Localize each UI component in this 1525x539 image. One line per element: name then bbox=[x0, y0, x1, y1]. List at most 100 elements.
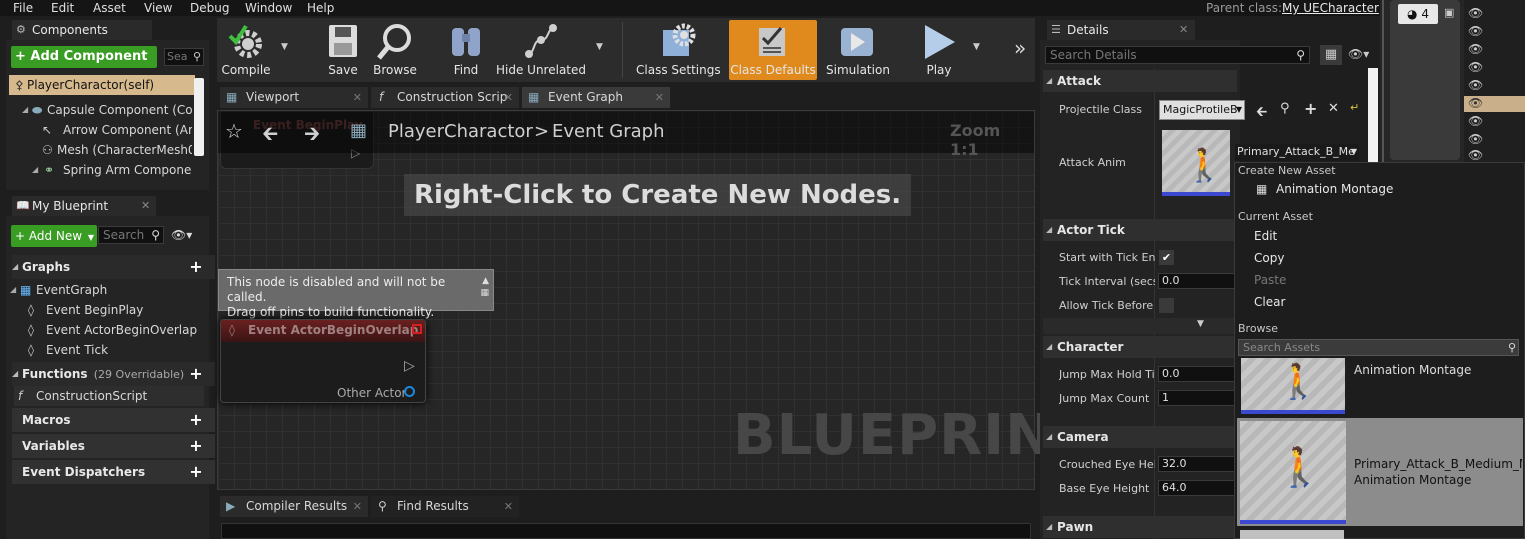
close-icon[interactable]: ✕ bbox=[504, 87, 513, 108]
components-tab[interactable]: ⚙ Components bbox=[12, 20, 152, 40]
close-icon[interactable]: ✕ bbox=[353, 496, 362, 517]
class-defaults-button[interactable]: Class Defaults bbox=[729, 20, 817, 80]
menu-window[interactable]: Window bbox=[245, 0, 292, 16]
parent-class-link[interactable]: My UECharacter bbox=[1282, 0, 1379, 16]
edit-asset-item[interactable]: Edit bbox=[1254, 229, 1277, 243]
visibility-eye-icon[interactable]: 👁 bbox=[1468, 6, 1483, 20]
add-graph-button[interactable]: + bbox=[188, 259, 204, 275]
tick-interval-field[interactable]: 0.0 bbox=[1158, 273, 1238, 289]
tree-item-spring-arm[interactable]: ◢ ⚭ Spring Arm Component ( bbox=[30, 160, 192, 180]
compile-options-chevron-icon[interactable]: ▼ bbox=[281, 42, 288, 52]
visibility-eye-icon[interactable]: 👁▾ bbox=[171, 228, 192, 242]
view-options-eye-icon[interactable]: 👁▾ bbox=[1348, 47, 1369, 61]
tree-item-mesh[interactable]: ⚇ Mesh (CharacterMesh0) bbox=[40, 140, 192, 160]
asset-list-item-partial[interactable] bbox=[1240, 530, 1344, 539]
macros-section[interactable]: Macros bbox=[12, 408, 215, 432]
construction-script-item[interactable]: f ConstructionScript bbox=[14, 386, 204, 406]
advanced-expand-icon[interactable]: ▼ bbox=[1197, 319, 1204, 329]
property-matrix-icon[interactable]: ▦ bbox=[1320, 45, 1342, 65]
attack-section[interactable]: Attack bbox=[1043, 70, 1237, 92]
clear-x-icon[interactable]: ✕ bbox=[1328, 101, 1339, 116]
jump-max-count-field[interactable]: 1 bbox=[1158, 390, 1238, 406]
details-scrollbar[interactable] bbox=[1368, 68, 1378, 162]
actor-tick-section[interactable]: Actor Tick bbox=[1043, 219, 1237, 241]
character-section[interactable]: Character bbox=[1043, 336, 1237, 358]
tree-item-capsule[interactable]: ◢ ⬬ Capsule Component (Collis bbox=[20, 100, 192, 120]
functions-section[interactable]: ◢ Functions (29 Overridable) bbox=[12, 362, 215, 386]
tab-event-graph[interactable]: ▦ Event Graph ✕ bbox=[522, 87, 670, 108]
close-icon[interactable]: ✕ bbox=[655, 87, 664, 108]
menu-view[interactable]: View bbox=[144, 0, 172, 16]
visibility-eye-icon[interactable]: 👁 bbox=[1468, 114, 1483, 128]
tab-compiler-results[interactable]: ▶ Compiler Results ✕ bbox=[220, 496, 368, 517]
find-button[interactable]: Find bbox=[444, 20, 488, 80]
projectile-class-dropdown[interactable]: MagicProtileB ▼ bbox=[1159, 100, 1245, 120]
breadcrumb-root[interactable]: PlayerCharactor bbox=[388, 121, 533, 142]
add-macro-button[interactable]: + bbox=[188, 412, 204, 428]
attack-anim-dropdown[interactable]: Primary_Attack_B_Me ▼ bbox=[1235, 144, 1359, 161]
advanced-toggle-bar[interactable]: ▼ bbox=[1043, 318, 1237, 334]
camera-section[interactable]: Camera bbox=[1043, 426, 1237, 448]
visibility-eye-icon[interactable]: 👁 bbox=[1468, 42, 1483, 56]
asset-list-item-selected[interactable]: 🚶 Primary_Attack_B_Medium_Mon Animation … bbox=[1237, 418, 1523, 526]
visibility-eye-icon[interactable]: 👁 bbox=[1468, 148, 1483, 162]
my-blueprint-tab[interactable]: 📖 My Blueprint ✕ bbox=[12, 196, 156, 216]
forward-arrow-icon[interactable]: 🡲 bbox=[304, 119, 320, 153]
close-icon[interactable]: ✕ bbox=[504, 496, 513, 517]
menu-asset[interactable]: Asset bbox=[93, 0, 126, 16]
graph-canvas[interactable]: Event BeginPlay ▷ ☆ 🡰 🡲 ▦ PlayerCharacto… bbox=[217, 110, 1091, 490]
hide-unrelated-button[interactable]: Hide Unrelated bbox=[496, 20, 586, 80]
close-icon[interactable]: ✕ bbox=[141, 196, 150, 216]
paste-asset-item[interactable]: Paste bbox=[1254, 273, 1286, 287]
close-icon[interactable]: ✕ bbox=[1179, 20, 1188, 40]
menu-file[interactable]: File bbox=[13, 0, 33, 16]
crouched-eye-field[interactable]: 32.0 bbox=[1158, 456, 1238, 472]
camera-speed-indicator[interactable]: ◕ 4 bbox=[1398, 4, 1438, 24]
menu-help[interactable]: Help bbox=[307, 0, 334, 16]
add-variable-button[interactable]: + bbox=[188, 438, 204, 454]
simulation-button[interactable]: Simulation bbox=[826, 20, 890, 80]
hide-unrelated-chevron-icon[interactable]: ▼ bbox=[596, 42, 603, 52]
menu-edit[interactable]: Edit bbox=[51, 0, 74, 16]
favorite-star-icon[interactable]: ☆ bbox=[225, 119, 243, 143]
details-search-input[interactable]: Search Details ⚲ bbox=[1045, 46, 1310, 64]
attack-anim-thumbnail[interactable]: 🚶 bbox=[1162, 130, 1230, 196]
delegate-pin-icon[interactable] bbox=[412, 324, 422, 334]
components-search-input[interactable]: Sea ⚲ bbox=[164, 48, 204, 66]
reset-default-icon[interactable]: ↵ bbox=[1350, 101, 1359, 114]
visibility-eye-icon[interactable]: 👁 bbox=[1468, 78, 1483, 92]
tree-item-self[interactable]: ⚴ PlayerCharactor(self) bbox=[9, 75, 195, 95]
visibility-eye-icon[interactable]: 👁 bbox=[1468, 60, 1483, 74]
add-new-button[interactable]: + Add New ▼ bbox=[11, 225, 97, 247]
tab-viewport[interactable]: ▦ Viewport ✕ bbox=[220, 87, 368, 108]
event-dispatchers-section[interactable]: Event Dispatchers bbox=[12, 460, 215, 484]
visibility-eye-icon[interactable]: 👁 bbox=[1468, 96, 1483, 110]
add-component-button[interactable]: + Add Component ▼ bbox=[11, 46, 157, 84]
browse-button[interactable]: Browse bbox=[370, 20, 420, 80]
play-options-chevron-icon[interactable]: ▼ bbox=[973, 42, 980, 52]
add-dispatcher-button[interactable]: + bbox=[188, 464, 204, 480]
maximize-icon[interactable]: ▣ bbox=[1444, 6, 1454, 19]
new-plus-icon[interactable]: + bbox=[1304, 99, 1317, 118]
back-arrow-icon[interactable]: 🡰 bbox=[262, 119, 278, 153]
event-tick-item[interactable]: ◊ Event Tick bbox=[26, 340, 206, 360]
details-tab[interactable]: ☰ Details ✕ bbox=[1047, 20, 1195, 40]
other-actor-pin-icon[interactable] bbox=[404, 386, 415, 397]
allow-tick-checkbox[interactable] bbox=[1159, 298, 1174, 313]
start-with-tick-checkbox[interactable]: ✔ bbox=[1159, 250, 1174, 265]
toolbar-overflow-icon[interactable]: » bbox=[1014, 36, 1026, 60]
asset-list-item[interactable]: 🚶 Animation Montage bbox=[1240, 358, 1524, 416]
use-selected-arrow-icon[interactable]: 🡰 bbox=[1256, 101, 1267, 125]
event-graph-item[interactable]: ◢ ▦ EventGraph bbox=[8, 280, 198, 300]
exec-pin-icon[interactable]: ▷ bbox=[404, 358, 415, 374]
add-function-button[interactable]: + bbox=[188, 366, 204, 382]
visibility-eye-icon[interactable]: 👁 bbox=[1468, 132, 1483, 146]
menu-debug[interactable]: Debug bbox=[190, 0, 229, 16]
play-button[interactable]: Play bbox=[914, 20, 964, 80]
tab-find-results[interactable]: ⚲ Find Results ✕ bbox=[371, 496, 519, 517]
close-icon[interactable]: ✕ bbox=[353, 87, 362, 108]
create-animation-montage-item[interactable]: ▦ Animation Montage bbox=[1236, 180, 1523, 200]
event-beginplay-item[interactable]: ◊ Event BeginPlay bbox=[26, 300, 206, 320]
tree-item-arrow[interactable]: ↖ Arrow Component (Arrov bbox=[40, 120, 192, 140]
copy-asset-item[interactable]: Copy bbox=[1254, 251, 1284, 265]
